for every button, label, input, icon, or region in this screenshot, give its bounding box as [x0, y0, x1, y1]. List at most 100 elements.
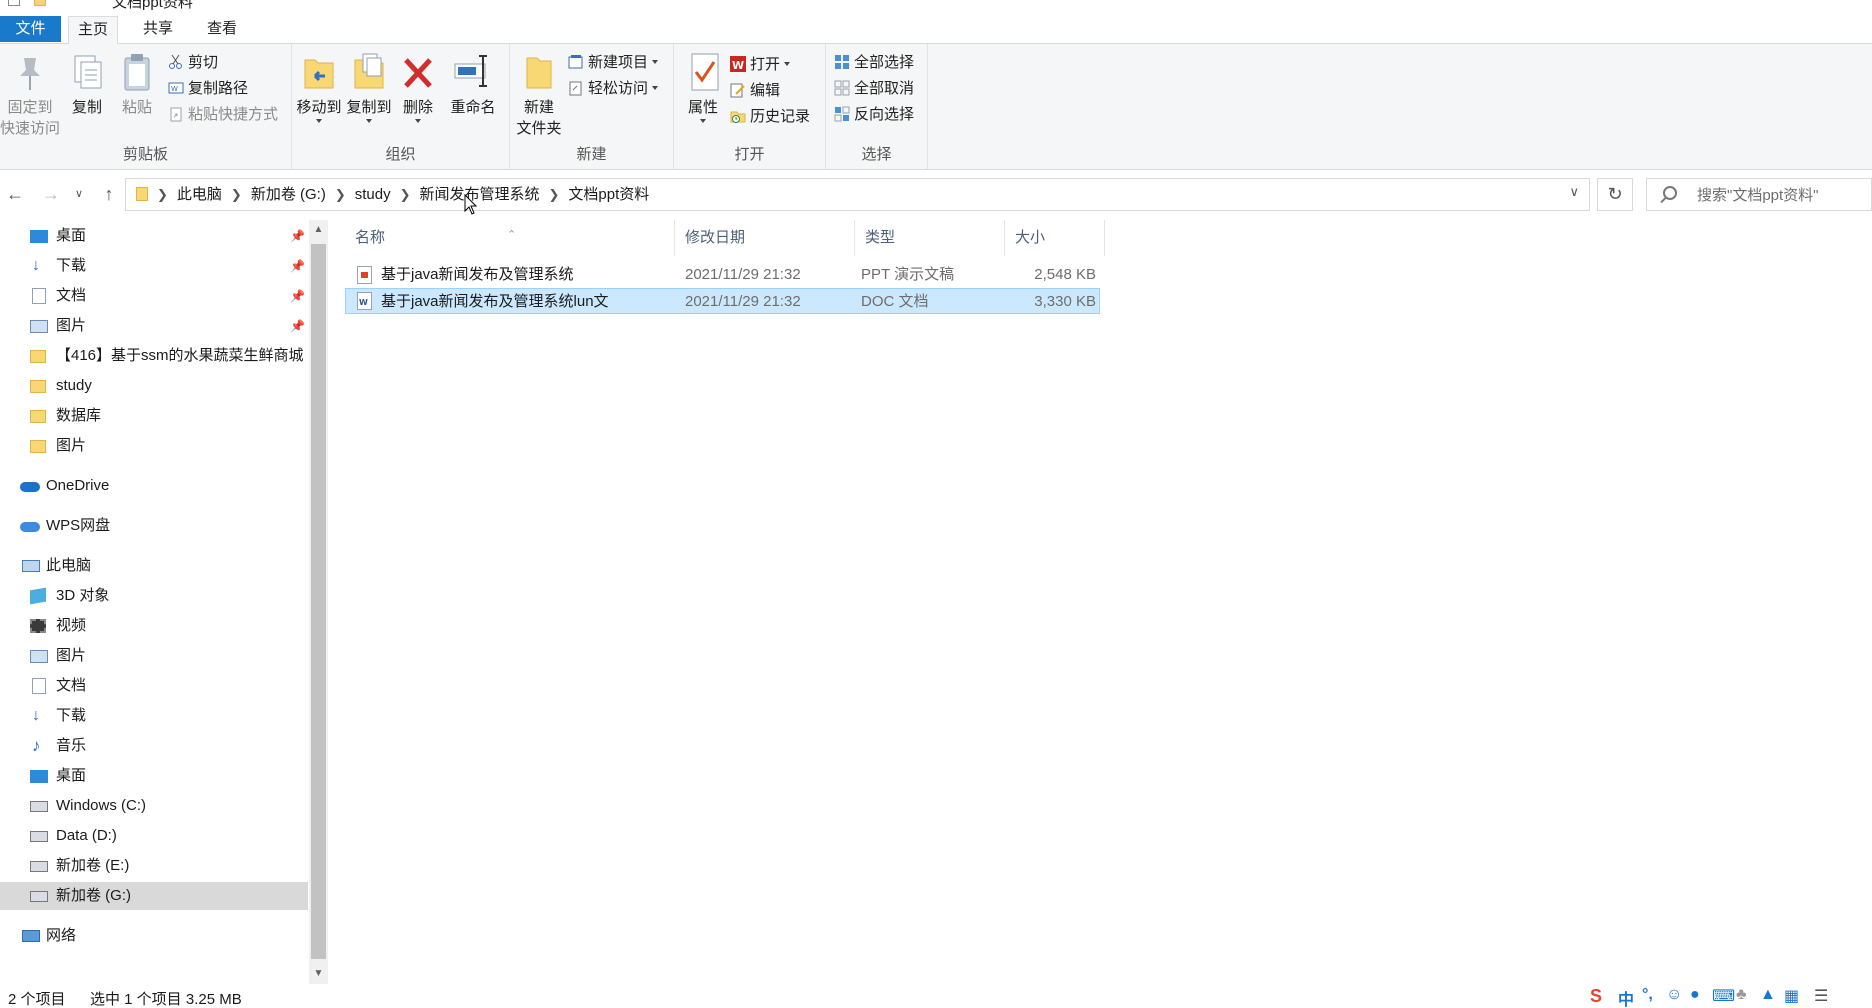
breadcrumb-study[interactable]: study — [355, 179, 391, 210]
scroll-down-arrow-icon[interactable]: ▼ — [309, 964, 328, 984]
breadcrumb-separator-icon[interactable]: ❯ — [549, 179, 560, 210]
easy-access-button[interactable]: 轻松访问 — [568, 78, 659, 100]
copy-path-button[interactable]: W 复制路径 — [168, 78, 248, 100]
up-arrow-icon[interactable]: ↑ — [98, 183, 120, 205]
breadcrumb-current-folder[interactable]: 文档ppt资料 — [568, 179, 649, 210]
tab-view[interactable]: 查看 — [198, 16, 246, 44]
nav-item-documents[interactable]: 文档 📌 — [0, 282, 308, 310]
network-icon — [22, 930, 40, 942]
nav-item-drive-e[interactable]: 新加卷 (E:) — [0, 852, 308, 880]
nav-item-videos[interactable]: 视频 — [0, 612, 308, 640]
breadcrumb-news-system[interactable]: 新闻发布管理系统 — [420, 179, 540, 210]
select-none-button[interactable]: 全部取消 — [834, 78, 914, 100]
breadcrumb-separator-icon[interactable]: ❯ — [335, 179, 346, 210]
file-type: DOC 文档 — [861, 293, 929, 310]
tab-share[interactable]: 共享 — [134, 16, 182, 44]
pin-quick-access-button[interactable]: 固定到 快速访问 — [0, 50, 60, 138]
file-row[interactable]: 基于java新闻发布及管理系统 2021/11/29 21:32 PPT 演示文… — [345, 262, 1100, 288]
breadcrumb-this-pc[interactable]: 此电脑 — [177, 179, 222, 210]
nav-item-pc-pictures[interactable]: 图片 — [0, 642, 308, 670]
nav-item-folder-416[interactable]: 【416】基于ssm的水果蔬菜生鲜商城 — [0, 342, 308, 370]
nav-item-downloads[interactable]: ↓ 下载 📌 — [0, 252, 308, 280]
open-button[interactable]: W 打开 — [730, 54, 791, 76]
pin-icon[interactable]: 📌 — [290, 312, 305, 340]
tab-file[interactable]: 文件 — [0, 16, 61, 42]
column-date-label: 修改日期 — [685, 229, 746, 246]
new-item-chevron-icon — [652, 60, 659, 64]
column-name[interactable]: 名称 ⌃ — [345, 220, 675, 256]
nav-item-pictures-folder[interactable]: 图片 — [0, 432, 308, 460]
address-history-chevron-icon[interactable]: ∨ — [1569, 184, 1579, 200]
column-size[interactable]: 大小 — [1005, 220, 1105, 256]
microphone-icon[interactable]: ● — [1690, 986, 1700, 1004]
back-arrow-icon[interactable]: ← — [4, 183, 26, 205]
search-input[interactable] — [1697, 184, 1867, 206]
edit-button[interactable]: 编辑 — [730, 80, 780, 102]
file-row-selected[interactable]: W 基于java新闻发布及管理系统lun文 2021/11/29 21:32 D… — [345, 288, 1100, 314]
qa-folder-icon[interactable] — [34, 0, 46, 6]
title-bar: 文档ppt资料 — [0, 0, 1872, 10]
search-box[interactable] — [1646, 178, 1872, 211]
details-view-icon[interactable]: ☰ — [1814, 986, 1828, 1006]
paste-shortcut-button[interactable]: 粘贴快捷方式 — [168, 104, 278, 126]
nav-item-desktop[interactable]: 桌面 📌 — [0, 222, 308, 250]
nav-item-drive-c[interactable]: Windows (C:) — [0, 792, 308, 820]
rename-button[interactable]: 重命名 — [446, 50, 500, 117]
refresh-icon[interactable]: ↻ — [1597, 178, 1633, 211]
new-folder-label-1: 新建 — [523, 99, 554, 116]
user-icon[interactable]: ♣ — [1736, 986, 1747, 1004]
move-to-button[interactable]: 移动到 — [296, 50, 342, 123]
history-button[interactable]: 历史记录 — [730, 106, 810, 128]
nav-item-database[interactable]: 数据库 — [0, 402, 308, 430]
properties-button[interactable]: 属性 — [684, 50, 722, 123]
ime-mode-chinese[interactable]: 中 — [1618, 986, 1634, 1008]
delete-button[interactable]: 删除 — [398, 50, 438, 123]
new-folder-button[interactable]: 新建 文件夹 — [514, 50, 564, 138]
punctuation-icon[interactable]: °, — [1642, 986, 1653, 1004]
qa-properties-icon[interactable] — [8, 0, 20, 6]
address-bar[interactable]: ❯ 此电脑 ❯ 新加卷 (G:) ❯ study ❯ 新闻发布管理系统 ❯ 文档ppt资料 ∨ — [125, 178, 1590, 211]
breadcrumb-separator-icon[interactable]: ❯ — [157, 179, 168, 210]
keyboard-icon[interactable]: ⌨ — [1712, 986, 1735, 1006]
delete-chevron-icon — [415, 119, 421, 123]
scrollbar-thumb[interactable] — [311, 244, 326, 959]
column-type[interactable]: 类型 — [855, 220, 1005, 256]
emoji-icon[interactable]: ☺ — [1666, 986, 1682, 1004]
nav-item-this-pc[interactable]: 此电脑 — [0, 552, 308, 580]
breadcrumb-separator-icon[interactable]: ❯ — [231, 179, 242, 210]
sogou-ime-logo-icon[interactable]: S — [1590, 986, 1602, 1007]
nav-item-pc-downloads[interactable]: ↓ 下载 — [0, 702, 308, 730]
wps-cloud-icon — [20, 522, 40, 532]
forward-arrow-icon[interactable]: → — [40, 183, 62, 205]
breadcrumb-separator-icon[interactable]: ❯ — [400, 179, 411, 210]
nav-item-pc-documents[interactable]: 文档 — [0, 672, 308, 700]
nav-item-wps[interactable]: WPS网盘 — [0, 512, 308, 540]
toolbox-grid-icon[interactable]: ▦ — [1784, 986, 1799, 1006]
select-all-button[interactable]: 全部选择 — [834, 52, 914, 74]
pin-icon[interactable]: 📌 — [290, 222, 305, 250]
pin-icon[interactable]: 📌 — [290, 282, 305, 310]
cut-button[interactable]: 剪切 — [168, 52, 218, 74]
skin-shirt-icon[interactable]: ▲ — [1760, 986, 1776, 1004]
paste-button[interactable]: 粘贴 — [116, 50, 158, 117]
nav-item-study[interactable]: study — [0, 372, 308, 400]
nav-item-drive-g[interactable]: 新加卷 (G:) — [0, 882, 308, 910]
nav-item-drive-d[interactable]: Data (D:) — [0, 822, 308, 850]
nav-scrollbar[interactable]: ▲ ▼ — [309, 220, 328, 984]
invert-selection-button[interactable]: 反向选择 — [834, 104, 914, 126]
copy-button[interactable]: 复制 — [66, 50, 108, 117]
nav-item-3d-objects[interactable]: 3D 对象 — [0, 582, 308, 610]
copy-to-button[interactable]: 复制到 — [346, 50, 392, 123]
breadcrumb-drive-g[interactable]: 新加卷 (G:) — [251, 179, 326, 210]
column-date[interactable]: 修改日期 — [675, 220, 855, 256]
pin-icon[interactable]: 📌 — [290, 252, 305, 280]
nav-item-onedrive[interactable]: OneDrive — [0, 472, 308, 500]
recent-locations-chevron-icon[interactable]: ∨ — [72, 183, 86, 205]
tab-home[interactable]: 主页 — [68, 16, 118, 45]
nav-item-pictures[interactable]: 图片 📌 — [0, 312, 308, 340]
nav-item-network[interactable]: 网络 — [0, 922, 308, 950]
scroll-up-arrow-icon[interactable]: ▲ — [309, 220, 328, 240]
new-item-button[interactable]: 新建项目 — [568, 52, 659, 74]
nav-item-pc-desktop[interactable]: 桌面 — [0, 762, 308, 790]
nav-item-music[interactable]: ♪ 音乐 — [0, 732, 308, 760]
